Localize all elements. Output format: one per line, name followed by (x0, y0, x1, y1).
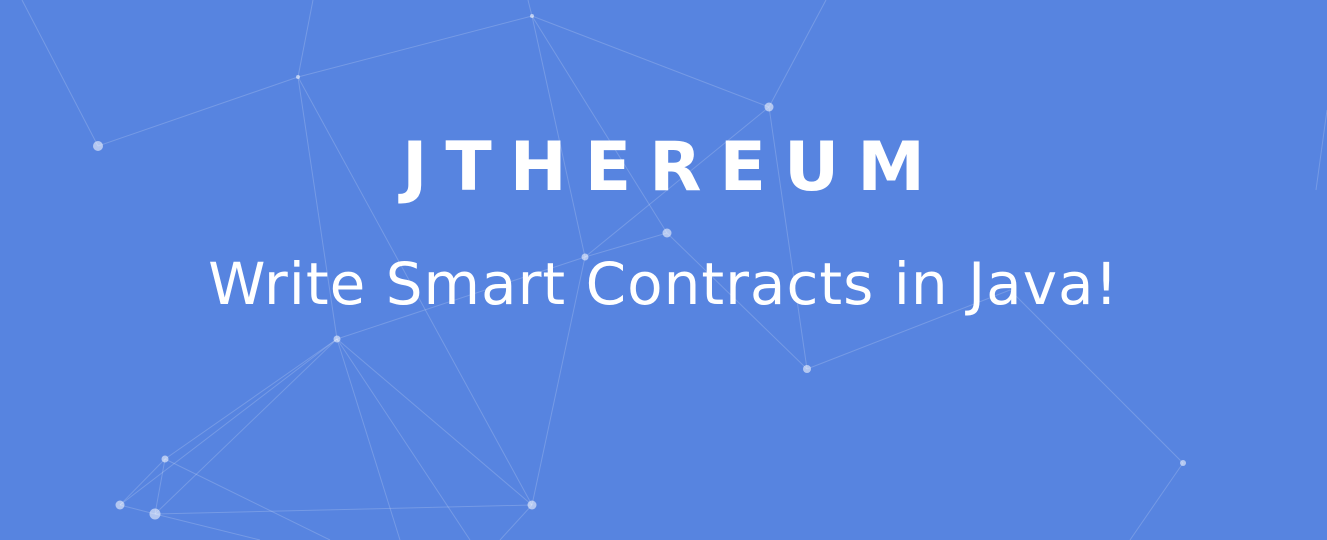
banner: JTHEREUM Write Smart Contracts in Java! (0, 0, 1327, 540)
banner-title: JTHEREUM (402, 128, 943, 207)
banner-subtitle: Write Smart Contracts in Java! (208, 250, 1119, 318)
